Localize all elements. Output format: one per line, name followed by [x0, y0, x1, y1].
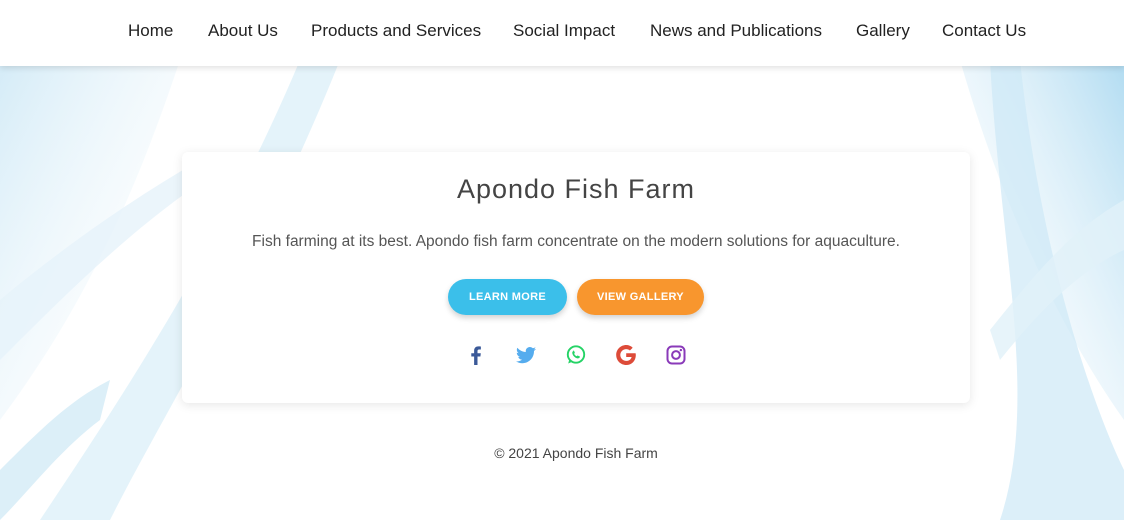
hero-card: Apondo Fish Farm Fish farming at its bes…: [182, 152, 970, 403]
instagram-icon[interactable]: [664, 343, 688, 367]
hero-description: Fish farming at its best. Apondo fish fa…: [252, 233, 900, 250]
main-navbar: Home About Us Products and Services Soci…: [0, 0, 1124, 66]
view-gallery-button[interactable]: VIEW GALLERY: [577, 279, 704, 315]
nav-products-and-services[interactable]: Products and Services: [311, 21, 481, 41]
nav-about-us[interactable]: About Us: [208, 21, 278, 41]
footer-copyright: © 2021 Apondo Fish Farm: [494, 445, 658, 461]
nav-news-and-publications[interactable]: News and Publications: [650, 21, 822, 41]
learn-more-button[interactable]: LEARN MORE: [448, 279, 567, 315]
nav-social-impact[interactable]: Social Impact: [513, 21, 615, 41]
google-icon[interactable]: [614, 343, 638, 367]
facebook-icon[interactable]: [464, 343, 488, 367]
nav-gallery[interactable]: Gallery: [856, 21, 910, 41]
twitter-icon[interactable]: [514, 343, 538, 367]
nav-home[interactable]: Home: [128, 21, 173, 41]
hero-title: Apondo Fish Farm: [456, 174, 696, 204]
whatsapp-icon[interactable]: [564, 343, 588, 367]
nav-contact-us[interactable]: Contact Us: [942, 21, 1026, 41]
